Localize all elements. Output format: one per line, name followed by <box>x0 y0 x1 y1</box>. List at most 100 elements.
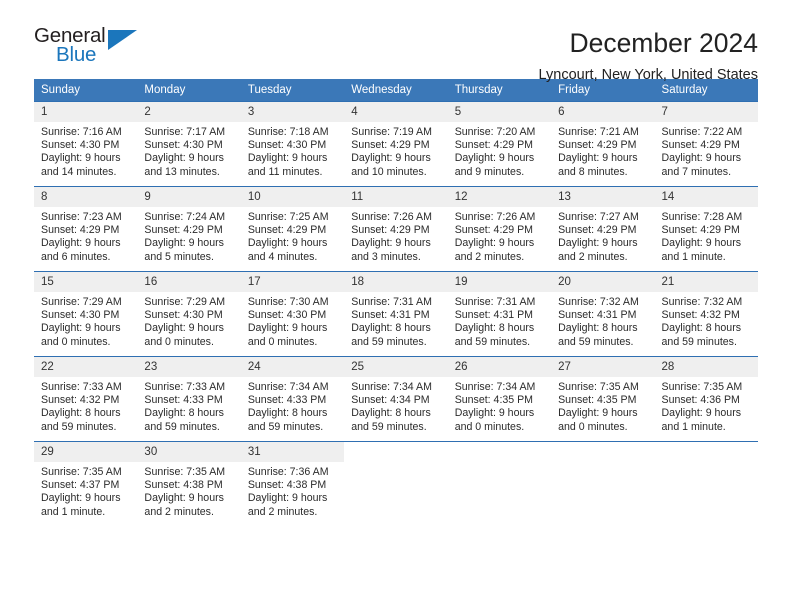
week-row: 29 Sunrise: 7:35 AM Sunset: 4:37 PM Dayligh… <box>34 441 758 526</box>
day-cell[interactable]: 14 Sunrise: 7:28 AM Sunset: 4:29 PM Dayligh… <box>654 186 758 272</box>
day-details: Sunrise: 7:23 AM Sunset: 4:29 PM Daylight:… <box>34 207 137 264</box>
daylight-text-line2: and 59 minutes. <box>454 335 531 348</box>
day-cell[interactable]: 10 Sunrise: 7:25 AM Sunset: 4:29 PM Dayligh… <box>240 186 345 272</box>
daylight-text-line2: and 2 minutes. <box>247 505 318 518</box>
day-cell[interactable]: 11 Sunrise: 7:26 AM Sunset: 4:29 PM Dayligh… <box>344 186 448 272</box>
day-cell-empty <box>551 441 655 526</box>
day-details: Sunrise: 7:21 AM Sunset: 4:29 PM Daylight:… <box>551 122 654 179</box>
daylight-text-line2: and 1 minute. <box>41 505 106 518</box>
day-cell[interactable]: 25 Sunrise: 7:34 AM Sunset: 4:34 PM Dayligh… <box>344 356 448 442</box>
day-number: 20 <box>551 272 655 292</box>
day-number: 23 <box>137 357 241 377</box>
daylight-text-line2: and 8 minutes. <box>558 165 628 178</box>
sunrise-text: Sunrise: 7:35 AM <box>558 381 639 393</box>
sunset-text: Sunset: 4:31 PM <box>454 309 534 322</box>
day-cell[interactable]: 18 Sunrise: 7:31 AM Sunset: 4:31 PM Dayligh… <box>344 271 448 357</box>
day-number: 16 <box>137 272 241 292</box>
day-number: 6 <box>551 102 655 122</box>
day-cell[interactable]: 17 Sunrise: 7:30 AM Sunset: 4:30 PM Dayligh… <box>240 271 345 357</box>
day-cell[interactable]: 27 Sunrise: 7:35 AM Sunset: 4:35 PM Dayligh… <box>551 356 655 442</box>
daylight-text-line2: and 0 minutes. <box>558 420 628 433</box>
day-details: Sunrise: 7:20 AM Sunset: 4:29 PM Daylight:… <box>448 122 551 179</box>
day-cell[interactable]: 3 Sunrise: 7:18 AM Sunset: 4:30 PM Daylight… <box>240 101 345 187</box>
day-cell[interactable]: 31 Sunrise: 7:36 AM Sunset: 4:38 PM Dayligh… <box>240 441 345 526</box>
day-cell[interactable]: 30 Sunrise: 7:35 AM Sunset: 4:38 PM Dayligh… <box>137 441 241 526</box>
day-cell[interactable]: 13 Sunrise: 7:27 AM Sunset: 4:29 PM Dayligh… <box>551 186 655 272</box>
daylight-text-line1: Daylight: 9 hours <box>351 237 431 250</box>
sunset-text: Sunset: 4:33 PM <box>247 394 327 407</box>
daylight-text-line1: Daylight: 9 hours <box>144 322 224 335</box>
day-details: Sunrise: 7:36 AM Sunset: 4:38 PM Daylight:… <box>241 462 344 519</box>
daylight-text-line1: Daylight: 9 hours <box>144 237 224 250</box>
daylight-text-line2: and 5 minutes. <box>144 250 214 263</box>
daylight-text-line1: Daylight: 9 hours <box>661 407 742 420</box>
sunrise-text: Sunrise: 7:32 AM <box>661 296 743 308</box>
day-number: 22 <box>34 357 138 377</box>
daylight-text-line1: Daylight: 8 hours <box>144 407 224 420</box>
day-cell[interactable]: 29 Sunrise: 7:35 AM Sunset: 4:37 PM Dayligh… <box>34 441 138 526</box>
day-details: Sunrise: 7:35 AM Sunset: 4:36 PM Daylight:… <box>655 377 758 434</box>
day-cell[interactable]: 19 Sunrise: 7:31 AM Sunset: 4:31 PM Dayligh… <box>447 271 552 357</box>
daylight-text-line2: and 3 minutes. <box>351 250 421 263</box>
day-cell[interactable]: 20 Sunrise: 7:32 AM Sunset: 4:31 PM Dayligh… <box>551 271 655 357</box>
sunrise-text: Sunrise: 7:36 AM <box>247 466 329 478</box>
day-cell[interactable]: 15 Sunrise: 7:29 AM Sunset: 4:30 PM Dayligh… <box>34 271 138 357</box>
sunrise-text: Sunrise: 7:31 AM <box>351 296 432 308</box>
daylight-text-line2: and 0 minutes. <box>144 335 214 348</box>
daylight-text-line1: Daylight: 9 hours <box>558 407 638 420</box>
sunset-text: Sunset: 4:37 PM <box>41 479 120 492</box>
day-cell[interactable]: 6 Sunrise: 7:21 AM Sunset: 4:29 PM Daylight… <box>551 101 655 187</box>
day-cell[interactable]: 12 Sunrise: 7:26 AM Sunset: 4:29 PM Dayligh… <box>447 186 552 272</box>
day-cell[interactable]: 21 Sunrise: 7:32 AM Sunset: 4:32 PM Dayligh… <box>654 271 758 357</box>
day-cell[interactable]: 28 Sunrise: 7:35 AM Sunset: 4:36 PM Dayligh… <box>654 356 758 442</box>
day-header-wednesday: Wednesday <box>344 79 448 102</box>
daylight-text-line2: and 2 minutes. <box>144 505 214 518</box>
sunrise-text: Sunrise: 7:32 AM <box>558 296 639 308</box>
day-number: 9 <box>137 187 241 207</box>
sunrise-text: Sunrise: 7:30 AM <box>247 296 329 308</box>
day-details: Sunrise: 7:33 AM Sunset: 4:32 PM Daylight:… <box>34 377 137 434</box>
logo-text-blue: Blue <box>56 43 97 66</box>
day-cell[interactable]: 26 Sunrise: 7:34 AM Sunset: 4:35 PM Dayligh… <box>447 356 552 442</box>
day-cell[interactable]: 2 Sunrise: 7:17 AM Sunset: 4:30 PM Daylight… <box>137 101 241 187</box>
day-number: 3 <box>240 102 345 122</box>
day-cell[interactable]: 16 Sunrise: 7:29 AM Sunset: 4:30 PM Dayligh… <box>137 271 241 357</box>
daylight-text-line2: and 10 minutes. <box>351 165 427 178</box>
daylight-text-line2: and 59 minutes. <box>558 335 634 348</box>
day-number: 24 <box>240 357 345 377</box>
daylight-text-line1: Daylight: 8 hours <box>351 322 431 335</box>
day-cell[interactable]: 23 Sunrise: 7:33 AM Sunset: 4:33 PM Dayligh… <box>137 356 241 442</box>
sunset-text: Sunset: 4:30 PM <box>41 309 120 322</box>
day-cell[interactable]: 22 Sunrise: 7:33 AM Sunset: 4:32 PM Dayligh… <box>34 356 138 442</box>
day-number: 28 <box>654 357 758 377</box>
day-details: Sunrise: 7:26 AM Sunset: 4:29 PM Daylight:… <box>448 207 551 264</box>
day-details: Sunrise: 7:32 AM Sunset: 4:31 PM Daylight:… <box>551 292 654 349</box>
day-cell[interactable]: 7 Sunrise: 7:22 AM Sunset: 4:29 PM Daylight… <box>654 101 758 187</box>
day-number <box>654 442 758 462</box>
day-cell[interactable]: 4 Sunrise: 7:19 AM Sunset: 4:29 PM Daylight… <box>344 101 448 187</box>
sunrise-text: Sunrise: 7:26 AM <box>454 211 536 223</box>
sunset-text: Sunset: 4:34 PM <box>351 394 430 407</box>
daylight-text-line1: Daylight: 8 hours <box>41 407 121 420</box>
sunset-text: Sunset: 4:29 PM <box>454 139 534 152</box>
day-cell[interactable]: 1 Sunrise: 7:16 AM Sunset: 4:30 PM Daylight… <box>34 101 138 187</box>
daylight-text-line1: Daylight: 9 hours <box>661 152 742 165</box>
day-cell[interactable]: 9 Sunrise: 7:24 AM Sunset: 4:29 PM Daylight… <box>137 186 241 272</box>
sunset-text: Sunset: 4:35 PM <box>454 394 534 407</box>
day-cell[interactable]: 5 Sunrise: 7:20 AM Sunset: 4:29 PM Daylight… <box>447 101 552 187</box>
daylight-text-line1: Daylight: 9 hours <box>247 322 328 335</box>
sunrise-text: Sunrise: 7:17 AM <box>144 126 226 138</box>
day-cell[interactable]: 8 Sunrise: 7:23 AM Sunset: 4:29 PM Daylight… <box>34 186 138 272</box>
day-cell[interactable]: 24 Sunrise: 7:34 AM Sunset: 4:33 PM Dayligh… <box>240 356 345 442</box>
sunset-text: Sunset: 4:31 PM <box>558 309 637 322</box>
daylight-text-line1: Daylight: 9 hours <box>144 492 224 505</box>
general-blue-logo[interactable]: General Blue <box>34 25 154 78</box>
daylight-text-line2: and 59 minutes. <box>351 420 427 433</box>
daylight-text-line1: Daylight: 9 hours <box>558 237 638 250</box>
day-details: Sunrise: 7:27 AM Sunset: 4:29 PM Daylight:… <box>551 207 654 264</box>
day-number: 4 <box>344 102 448 122</box>
daylight-text-line1: Daylight: 9 hours <box>661 237 742 250</box>
daylight-text-line1: Daylight: 9 hours <box>247 152 328 165</box>
sunrise-text: Sunrise: 7:35 AM <box>41 466 122 478</box>
daylight-text-line1: Daylight: 9 hours <box>247 237 328 250</box>
